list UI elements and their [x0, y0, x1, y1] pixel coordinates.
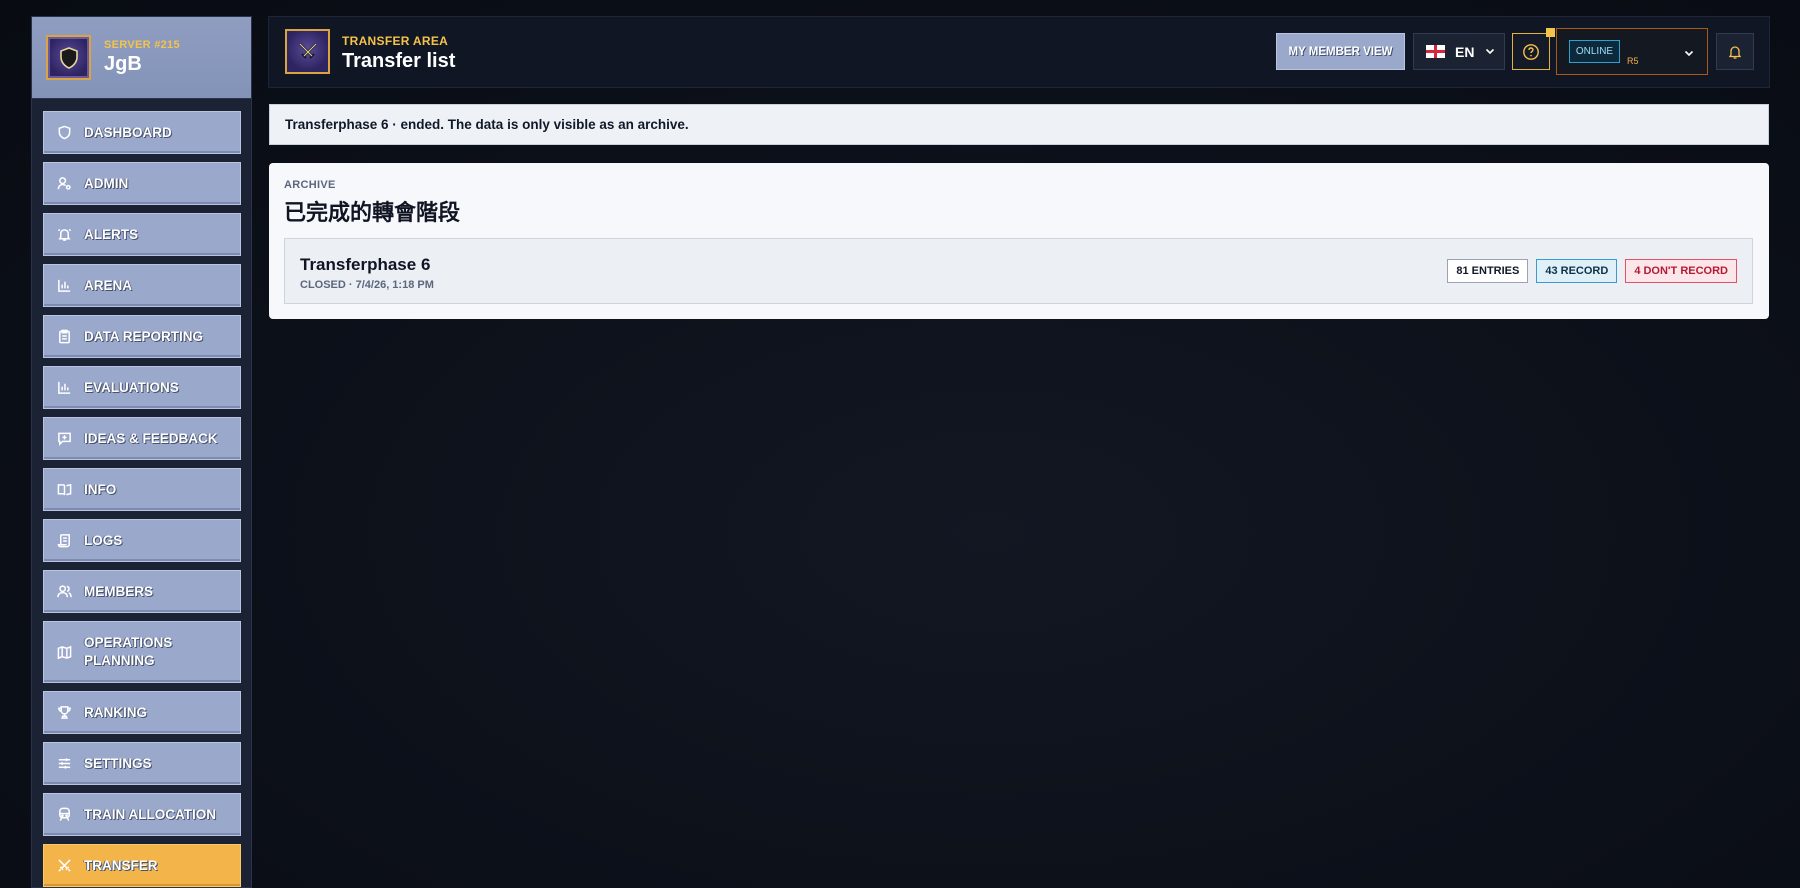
sidebar-item-label: RANKING — [84, 704, 147, 720]
sidebar-item-label: ARENA — [84, 277, 133, 293]
swords-icon — [285, 29, 330, 74]
sidebar-item-label: ALERTS — [84, 226, 138, 242]
phase-row[interactable]: Transferphase 6 CLOSED · 7/4/26, 1:18 PM… — [284, 238, 1753, 304]
map-icon — [44, 645, 84, 660]
sidebar-item-operations-planning[interactable]: OPERATIONS PLANNING — [43, 621, 241, 683]
record-badge: 43 RECORD — [1536, 259, 1618, 283]
sidebar-item-label: DATA REPORTING — [84, 328, 203, 344]
sidebar-item-alerts[interactable]: ALERTS — [43, 213, 241, 256]
trophy-icon — [44, 705, 84, 720]
card-title: 已完成的轉會階段 — [284, 201, 461, 226]
clipboard-icon — [44, 329, 84, 344]
sidebar-item-label: EVALUATIONS — [84, 379, 179, 395]
user-status-menu[interactable]: ONLINE R5 — [1556, 28, 1708, 75]
sliders-icon — [44, 756, 84, 771]
shield-icon — [44, 125, 84, 140]
archive-notice: Transferphase 6 · ended. The data is onl… — [269, 104, 1769, 145]
sidebar-item-label: SETTINGS — [84, 755, 152, 771]
help-button[interactable] — [1512, 28, 1555, 70]
user-cog-icon — [44, 176, 84, 191]
sidebar-item-dashboard[interactable]: DASHBOARD — [43, 111, 241, 154]
bell-ring-icon — [44, 227, 84, 242]
notifications-button[interactable] — [1716, 33, 1754, 70]
no-record-badge: 4 DON'T RECORD — [1625, 259, 1737, 283]
top-header: TRANSFER AREA Transfer list MY MEMBER VI… — [268, 16, 1770, 88]
member-view-button[interactable]: MY MEMBER VIEW — [1276, 33, 1405, 70]
status-badge: ONLINE — [1569, 40, 1620, 63]
sidebar-item-members[interactable]: MEMBERS — [43, 570, 241, 613]
archive-card: ARCHIVE 已完成的轉會階段 Transferphase 6 CLOSED … — [269, 163, 1769, 319]
sidebar-item-label: OPERATIONS PLANNING — [84, 635, 173, 668]
train-icon — [44, 807, 84, 822]
sidebar: SERVER #215 JgB DASHBOARD ADMIN ALERTS A… — [31, 16, 252, 888]
sidebar-item-train-allocation[interactable]: TRAIN ALLOCATION — [43, 793, 241, 836]
bell-icon — [1728, 45, 1742, 59]
section-eyebrow: TRANSFER AREA — [342, 34, 449, 48]
flag-icon — [1426, 45, 1445, 58]
sidebar-item-admin[interactable]: ADMIN — [43, 162, 241, 205]
sidebar-item-label: LOGS — [84, 532, 123, 548]
book-icon — [44, 482, 84, 497]
sidebar-item-ranking[interactable]: RANKING — [43, 691, 241, 734]
sidebar-item-ideas-feedback[interactable]: IDEAS & FEEDBACK — [43, 417, 241, 460]
page-title: Transfer list — [342, 50, 456, 72]
sidebar-item-label: INFO — [84, 481, 117, 497]
bar-chart-icon — [44, 278, 84, 293]
swords-icon — [44, 858, 84, 873]
phase-name: Transferphase 6 — [300, 255, 431, 274]
sidebar-item-label: ADMIN — [84, 175, 129, 191]
sidebar-item-transfer[interactable]: TRANSFER — [43, 844, 241, 887]
alliance-name: JgB — [104, 53, 142, 75]
sidebar-item-logs[interactable]: LOGS — [43, 519, 241, 562]
users-icon — [44, 584, 84, 599]
shield-icon — [46, 35, 91, 80]
sidebar-item-label: MEMBERS — [84, 583, 154, 599]
brand[interactable]: SERVER #215 JgB — [32, 17, 251, 99]
message-plus-icon — [44, 431, 84, 446]
bar-chart-icon — [44, 380, 84, 395]
sidebar-item-evaluations[interactable]: EVALUATIONS — [43, 366, 241, 409]
server-label: SERVER #215 — [104, 39, 180, 51]
sidebar-item-info[interactable]: INFO — [43, 468, 241, 511]
language-label: EN — [1455, 43, 1475, 60]
sidebar-item-label: IDEAS & FEEDBACK — [84, 430, 218, 446]
notification-dot — [1546, 28, 1555, 37]
sidebar-item-label: DASHBOARD — [84, 124, 172, 140]
phase-stats: 81 ENTRIES 43 RECORD 4 DON'T RECORD — [1447, 259, 1737, 283]
rank-label: R5 — [1627, 56, 1639, 66]
sidebar-item-label: TRAIN ALLOCATION — [84, 806, 216, 822]
chevron-down-icon — [1683, 46, 1695, 64]
language-selector[interactable]: EN — [1413, 33, 1505, 70]
phase-meta: CLOSED · 7/4/26, 1:18 PM — [300, 279, 434, 291]
sidebar-item-data-reporting[interactable]: DATA REPORTING — [43, 315, 241, 358]
chevron-down-icon — [1484, 44, 1496, 60]
sidebar-item-settings[interactable]: SETTINGS — [43, 742, 241, 785]
nav: DASHBOARD ADMIN ALERTS ARENA DATA REPORT… — [32, 99, 251, 887]
card-eyebrow: ARCHIVE — [284, 179, 336, 191]
scroll-icon — [44, 533, 84, 548]
sidebar-item-arena[interactable]: ARENA — [43, 264, 241, 307]
entries-badge: 81 ENTRIES — [1447, 259, 1529, 283]
sidebar-item-label: TRANSFER — [84, 857, 158, 873]
help-icon — [1523, 43, 1539, 60]
